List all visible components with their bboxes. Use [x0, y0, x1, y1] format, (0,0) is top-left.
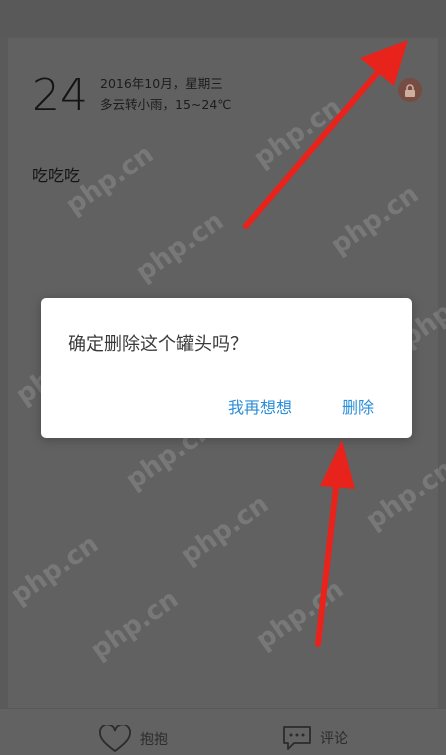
arrow-top-right	[243, 40, 408, 229]
arrow-delete	[315, 440, 355, 647]
annotation-arrows	[243, 40, 408, 647]
